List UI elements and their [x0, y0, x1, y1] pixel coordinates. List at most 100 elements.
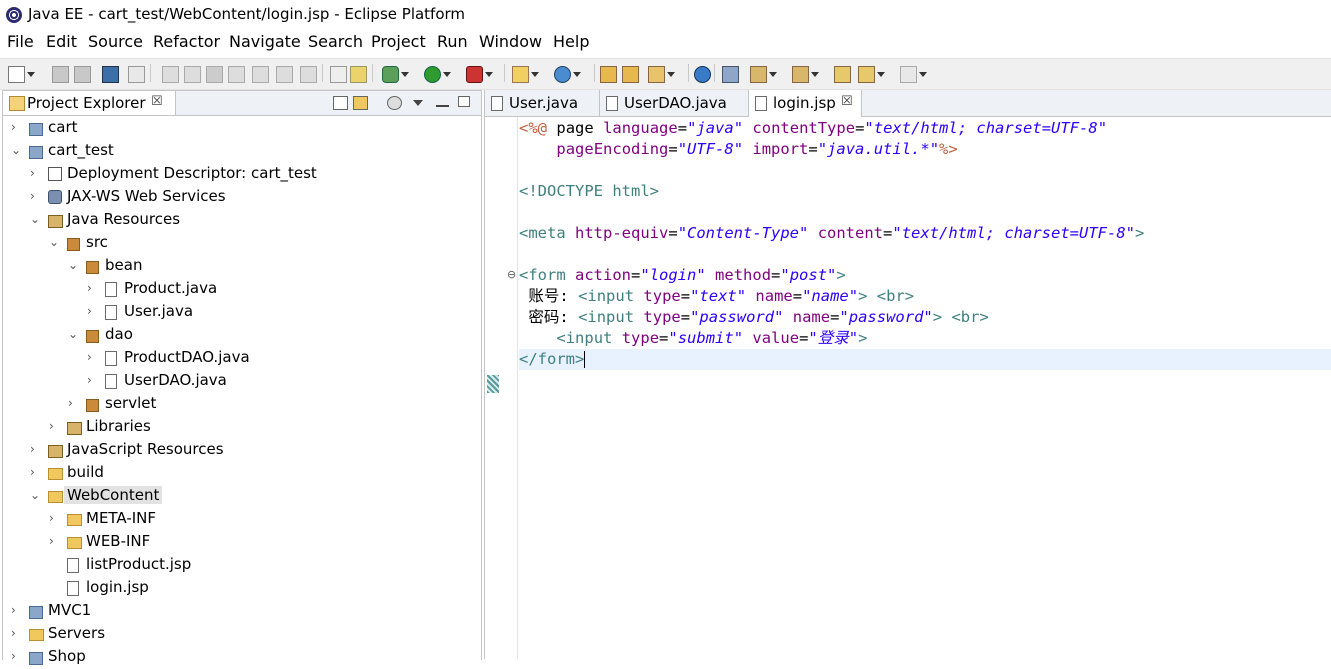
tree-item[interactable]: ⌄ src: [3, 232, 473, 255]
tab-project-explorer[interactable]: Project Explorer ☒: [3, 91, 176, 115]
tree-item[interactable]: login.jsp: [3, 577, 473, 600]
chevron-right-icon[interactable]: ›: [30, 442, 42, 456]
code-line[interactable]: 账号: <input type="text" name="name"> <br>: [519, 286, 914, 307]
next-annotation-icon[interactable]: [750, 66, 777, 83]
chevron-right-icon[interactable]: ›: [68, 396, 80, 410]
menu-edit[interactable]: Edit: [46, 32, 77, 51]
tree-item[interactable]: › JAX-WS Web Services: [3, 186, 473, 209]
chevron-right-icon[interactable]: ›: [87, 281, 99, 295]
chevron-down-icon[interactable]: ⌄: [68, 258, 80, 272]
tree-item[interactable]: › Product.java: [3, 278, 473, 301]
minimize-icon[interactable]: [436, 105, 449, 107]
menu-file[interactable]: File: [7, 32, 34, 51]
chevron-down-icon[interactable]: ⌄: [30, 488, 42, 502]
run-external-tool-icon[interactable]: [466, 66, 493, 83]
open-task-icon[interactable]: [622, 66, 639, 83]
code-line[interactable]: <form action="login" method="post">: [519, 265, 846, 286]
tree-item[interactable]: › cart: [3, 117, 473, 140]
close-icon[interactable]: ☒: [151, 94, 163, 109]
code-line[interactable]: </form>: [519, 349, 1331, 370]
code-line[interactable]: <meta http-equiv="Content-Type" content=…: [519, 223, 1144, 244]
tree-item[interactable]: ⌄ WebContent: [3, 485, 473, 508]
toggle-mark-occurrences-icon[interactable]: [722, 66, 739, 83]
forward-icon[interactable]: [900, 66, 927, 83]
save-all-icon[interactable]: [74, 66, 91, 83]
tree-item[interactable]: ⌄ dao: [3, 324, 473, 347]
tab-userdao-java[interactable]: UserDAO.java: [600, 90, 749, 116]
tree-item[interactable]: › User.java: [3, 301, 473, 324]
tree-item[interactable]: › META-INF: [3, 508, 473, 531]
tree-item[interactable]: › UserDAO.java: [3, 370, 473, 393]
chevron-right-icon[interactable]: ›: [11, 120, 23, 134]
code-line[interactable]: <!DOCTYPE html>: [519, 181, 659, 202]
chevron-right-icon[interactable]: ›: [87, 304, 99, 318]
chevron-right-icon[interactable]: ›: [11, 626, 23, 640]
menu-refactor[interactable]: Refactor: [153, 32, 220, 51]
chevron-right-icon[interactable]: ›: [87, 373, 99, 387]
tree-item[interactable]: › MVC1: [3, 600, 473, 623]
chevron-right-icon[interactable]: ›: [30, 465, 42, 479]
drop-to-frame-icon[interactable]: [350, 66, 367, 83]
link-with-editor-icon[interactable]: [353, 96, 368, 110]
tab-user-java[interactable]: User.java: [485, 90, 600, 116]
search-icon[interactable]: [648, 66, 675, 83]
code-editor[interactable]: <%@ page language="java" contentType="te…: [519, 117, 1331, 659]
chevron-down-icon[interactable]: ⌄: [30, 212, 42, 226]
menu-source[interactable]: Source: [88, 32, 143, 51]
code-line[interactable]: pageEncoding="UTF-8" import="java.util.*…: [519, 139, 957, 160]
chevron-right-icon[interactable]: ›: [30, 189, 42, 203]
tree-item[interactable]: ⌄ Java Resources: [3, 209, 473, 232]
step-into-icon[interactable]: [252, 66, 269, 83]
menu-navigate[interactable]: Navigate: [229, 32, 301, 51]
filters-icon[interactable]: [387, 96, 402, 110]
chevron-right-icon[interactable]: ›: [30, 166, 42, 180]
tree-item[interactable]: › Deployment Descriptor: cart_test: [3, 163, 473, 186]
tree-item[interactable]: › Libraries: [3, 416, 473, 439]
new-java-project-icon[interactable]: [512, 66, 539, 83]
menu-help[interactable]: Help: [553, 32, 589, 51]
disconnect-icon[interactable]: [228, 66, 245, 83]
code-line[interactable]: <input type="submit" value="登录">: [519, 328, 867, 349]
tree-item[interactable]: › ProductDAO.java: [3, 347, 473, 370]
previous-annotation-icon[interactable]: [792, 66, 819, 83]
tree-item[interactable]: ⌄ bean: [3, 255, 473, 278]
maximize-icon[interactable]: [458, 96, 470, 107]
menu-window[interactable]: Window: [479, 32, 542, 51]
code-line[interactable]: 密码: <input type="password" name="passwor…: [519, 307, 988, 328]
skip-breakpoints-icon[interactable]: [128, 66, 145, 83]
back-icon[interactable]: [858, 66, 885, 83]
chevron-right-icon[interactable]: ›: [49, 534, 61, 548]
new-icon[interactable]: [8, 66, 35, 83]
new-class-icon[interactable]: [554, 66, 581, 83]
chevron-right-icon[interactable]: ›: [49, 419, 61, 433]
code-line[interactable]: <%@ page language="java" contentType="te…: [519, 118, 1107, 139]
menu-project[interactable]: Project: [371, 32, 426, 51]
chevron-right-icon[interactable]: ›: [11, 649, 23, 663]
save-icon[interactable]: [52, 66, 69, 83]
chevron-right-icon[interactable]: ›: [49, 511, 61, 525]
step-return-icon[interactable]: [300, 66, 317, 83]
web-browser-icon[interactable]: [694, 66, 711, 83]
tree-item[interactable]: › Shop: [3, 646, 473, 669]
run-icon[interactable]: [424, 66, 451, 83]
tree-item[interactable]: › servlet: [3, 393, 473, 416]
tree-item[interactable]: › Servers: [3, 623, 473, 646]
suspend-icon[interactable]: [184, 66, 201, 83]
tree-item[interactable]: listProduct.jsp: [3, 554, 473, 577]
console-icon[interactable]: [102, 66, 119, 83]
tree-item[interactable]: › build: [3, 462, 473, 485]
step-over-icon[interactable]: [276, 66, 293, 83]
chevron-right-icon[interactable]: ›: [11, 603, 23, 617]
view-menu-chevron-down-icon[interactable]: [413, 100, 423, 106]
last-edit-location-icon[interactable]: [834, 66, 851, 83]
menu-search[interactable]: Search: [308, 32, 363, 51]
tree-item[interactable]: ⌄ cart_test: [3, 140, 473, 163]
use-step-filters-icon[interactable]: [330, 66, 347, 83]
tab-login-jsp[interactable]: login.jsp ☒: [749, 90, 862, 117]
tree-item[interactable]: › JavaScript Resources: [3, 439, 473, 462]
collapse-all-icon[interactable]: [333, 96, 348, 110]
menu-run[interactable]: Run: [437, 32, 468, 51]
fold-collapse-icon[interactable]: ⊖: [507, 268, 516, 281]
terminate-icon[interactable]: [206, 66, 223, 83]
tree-item[interactable]: › WEB-INF: [3, 531, 473, 554]
